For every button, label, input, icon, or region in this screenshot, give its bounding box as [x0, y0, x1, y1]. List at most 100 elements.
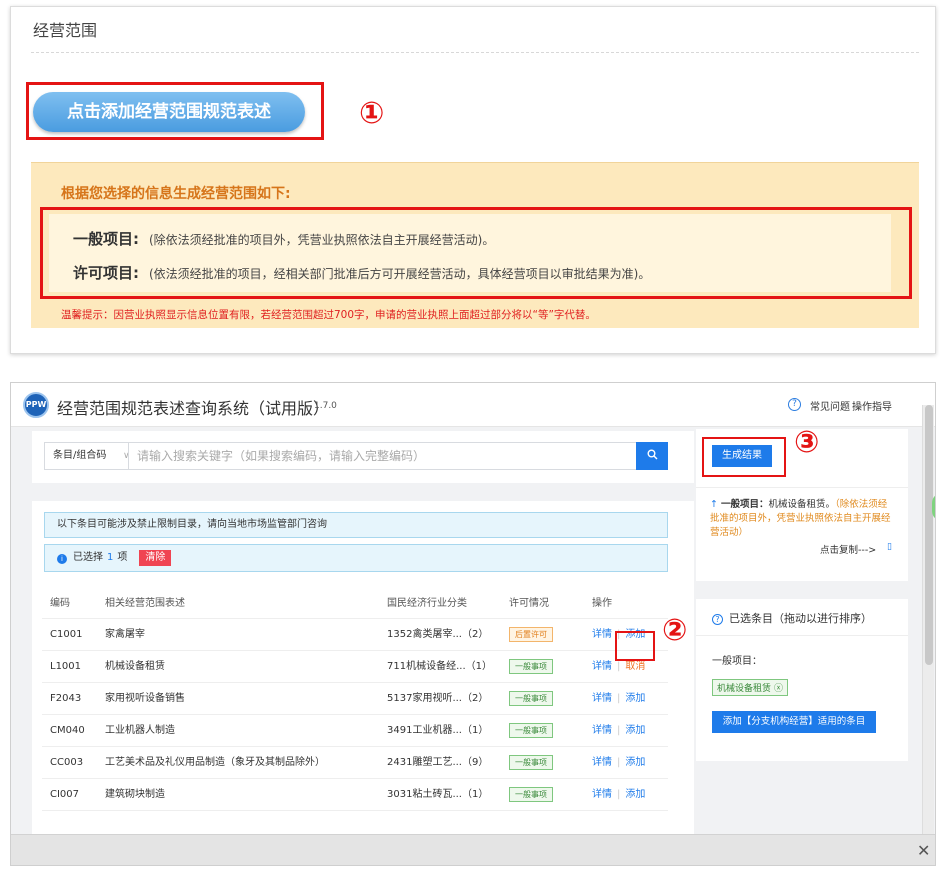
add-link[interactable]: 添加 — [625, 789, 645, 800]
info-icon: i — [57, 554, 67, 564]
add-scope-button[interactable]: 点击添加经营范围规范表述 — [33, 92, 305, 132]
faq-link[interactable]: 常见问题 — [810, 398, 850, 413]
detail-link[interactable]: 详情 — [592, 661, 612, 672]
row-industry: 1352禽类屠宰...（2） — [387, 629, 489, 640]
row-description: 家禽屠宰 — [105, 629, 145, 640]
row-industry: 3491工业机器...（1） — [387, 725, 489, 736]
search-input[interactable] — [128, 442, 637, 470]
scrollbar-thumb[interactable] — [925, 405, 933, 665]
step-marker-2: ② — [662, 613, 688, 648]
generated-scope-box: 根据您选择的信息生成经营范围如下: 一般项目: (除依法须经批准的项目外，凭营业执… — [31, 162, 919, 328]
scrollbar[interactable] — [922, 405, 934, 835]
row-code: C1001 — [50, 629, 83, 640]
add-branch-items-button[interactable]: 添加【分支机构经营】适用的条目 — [712, 711, 876, 733]
selection-summary: i 已选择 1 项清除 — [44, 544, 668, 572]
business-scope-panel: 经营范围 点击添加经营范围规范表述 ① ④ 根据您选择的信息生成经营范围如下: … — [10, 6, 936, 354]
highlight-frame-4 — [40, 207, 912, 299]
selected-general-label: 一般项目： — [712, 656, 762, 667]
row-code: CI007 — [50, 789, 80, 800]
row-permit: 一般事项 — [509, 715, 553, 747]
row-description: 家用视听设备销售 — [105, 693, 185, 704]
action-separator: | — [617, 757, 621, 768]
table-row: CM040 工业机器人制造 3491工业机器...（1） 一般事项 详情 | 添加 — [42, 715, 668, 747]
permit-badge: 一般事项 — [509, 690, 553, 706]
divider — [31, 52, 919, 53]
row-permit: 一般事项 — [509, 683, 553, 715]
row-description: 工艺美术品及礼仪用品制造（象牙及其制品除外） — [105, 757, 325, 768]
table-body: C1001 家禽屠宰 1352禽类屠宰...（2） 后置许可 详情 | 添加 L1001 机械设… — [42, 619, 668, 811]
add-link[interactable]: 添加 — [625, 693, 645, 704]
scope-heading: 根据您选择的信息生成经营范围如下: — [61, 186, 291, 202]
row-code: L1001 — [50, 661, 82, 672]
selected-items-heading: 已选条目（拖动以进行排序） — [729, 612, 872, 625]
results-table: 编码 相关经营范围表述 国民经济行业分类 许可情况 操作 C1001 家禽屠宰 13… — [42, 581, 668, 811]
search-card: 条目/组合码 ∨ — [32, 431, 694, 483]
app-version: 1.7.0 — [314, 401, 337, 411]
row-description: 建筑砌块制造 — [105, 789, 165, 800]
result-item: 机械设备租赁。 — [768, 499, 835, 510]
permit-badge: 一般事项 — [509, 786, 553, 802]
window-footer: ✕ — [11, 834, 935, 865]
selected-suffix: 项 — [117, 552, 128, 563]
search-icon — [647, 449, 657, 460]
highlight-frame-3 — [702, 437, 786, 477]
detail-link[interactable]: 详情 — [592, 757, 612, 768]
result-label: 一般项目： — [720, 499, 769, 510]
question-icon: ? — [712, 614, 723, 625]
close-icon[interactable]: ✕ — [917, 841, 930, 860]
action-separator: | — [617, 693, 621, 704]
selected-item-tag[interactable]: 机械设备租赁 ⓧ — [712, 679, 789, 696]
selected-items-title: ? 已选条目（拖动以进行排序） — [712, 610, 872, 626]
row-description: 工业机器人制造 — [105, 725, 175, 736]
app-header: PPW 经营范围规范表述查询系统（试用版） 1.7.0 ? 常见问题 操作指导 — [11, 383, 935, 427]
generate-card: 生成结果 ③ ↑ 一般项目：机械设备租赁。（除依法须经批准的项目外，凭营业执照依法… — [696, 425, 908, 581]
row-industry: 2431雕塑工艺...（9） — [387, 757, 489, 768]
table-row: CC003 工艺美术品及礼仪用品制造（象牙及其制品除外） 2431雕塑工艺...（9… — [42, 747, 668, 779]
detail-link[interactable]: 详情 — [592, 789, 612, 800]
row-permit: 后置许可 — [509, 619, 553, 651]
add-link[interactable]: 添加 — [625, 757, 645, 768]
row-industry: 711机械设备经...（1） — [387, 661, 492, 672]
query-system-window: PPW 经营范围规范表述查询系统（试用版） 1.7.0 ? 常见问题 操作指导 … — [10, 382, 936, 866]
row-actions: 详情 | 添加 — [592, 779, 645, 811]
selected-prefix: 已选择 — [73, 552, 103, 563]
search-button[interactable] — [636, 442, 668, 470]
detail-link[interactable]: 详情 — [592, 693, 612, 704]
action-separator: | — [617, 725, 621, 736]
selected-item-tag-label: 机械设备租赁 — [717, 684, 772, 694]
permit-badge: 一般事项 — [509, 722, 553, 738]
divider — [696, 635, 908, 636]
restriction-notice: 以下条目可能涉及禁止限制目录，请向当地市场监管部门咨询 — [44, 512, 668, 538]
row-industry: 3031粘土砖瓦...（1） — [387, 789, 489, 800]
search-type-select[interactable]: 条目/组合码 ∨ — [44, 442, 130, 470]
app-logo: PPW — [23, 392, 49, 418]
row-code: CC003 — [50, 757, 84, 768]
permit-badge: 后置许可 — [509, 626, 553, 642]
copy-link[interactable]: 点击复制---> — [820, 542, 876, 556]
row-code: CM040 — [50, 725, 85, 736]
detail-link[interactable]: 详情 — [592, 629, 612, 640]
search-type-value: 条目/组合码 — [53, 450, 107, 461]
row-actions: 详情 | 添加 — [592, 747, 645, 779]
generated-result: ↑ 一般项目：机械设备租赁。（除依法须经批准的项目外，凭营业执照依法自主开展经营活… — [710, 498, 896, 540]
add-link[interactable]: 添加 — [625, 725, 645, 736]
detail-link[interactable]: 详情 — [592, 725, 612, 736]
step-marker-1: ① — [359, 96, 385, 131]
table-header: 编码 相关经营范围表述 国民经济行业分类 许可情况 操作 — [42, 581, 668, 619]
panel-title: 经营范围 — [33, 21, 98, 40]
remove-tag-icon[interactable]: ⓧ — [774, 684, 783, 694]
cancel-link[interactable]: 取消 — [625, 661, 645, 672]
guide-link[interactable]: 操作指导 — [852, 398, 892, 413]
arrow-up-icon: ↑ — [710, 499, 718, 510]
help-icon[interactable]: ? — [788, 398, 801, 411]
step-marker-3: ③ — [794, 425, 820, 460]
warm-tip: 温馨提示：因营业执照显示信息位置有限，若经营范围超过700字，申请的营业执照上面… — [61, 309, 596, 321]
clear-button[interactable]: 清除 — [139, 550, 172, 566]
row-description: 机械设备租赁 — [105, 661, 165, 672]
permit-badge: 一般事项 — [509, 754, 553, 770]
copy-icon[interactable]: ▯ — [887, 542, 892, 552]
divider — [696, 487, 908, 488]
table-row: C1001 家禽屠宰 1352禽类屠宰...（2） 后置许可 详情 | 添加 — [42, 619, 668, 651]
table-row: L1001 机械设备租赁 711机械设备经...（1） 一般事项 详情 | 取消 — [42, 651, 668, 683]
action-separator: | — [617, 661, 621, 672]
